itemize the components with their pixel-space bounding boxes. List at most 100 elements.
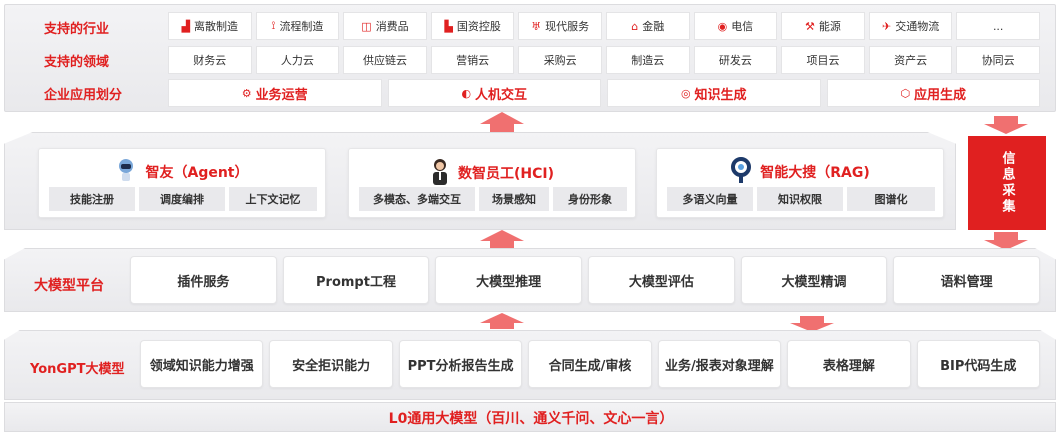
yongpt-item: 领域知识能力增强 [140,340,264,388]
platform-item: Prompt工程 [282,256,430,304]
domain-item: 财务云 [168,46,252,74]
industries-label: 支持的行业 [44,22,110,37]
search-icon [730,157,752,187]
agent-card: 智友（Agent） 技能注册 调度编排 上下文记忆 [38,148,326,218]
industry-item-label: ... [992,19,1004,33]
info-collection-box: 信息采集 [968,136,1046,230]
brain-icon: ◎ [680,86,691,100]
antenna-icon: ◉ [717,19,728,33]
building-icon: ▙ [444,19,453,33]
industry-item: ▟ 离散制造 [168,12,252,40]
industry-item: ⌂ 金融 [606,12,690,40]
domain-item-label: 采购云 [543,54,577,67]
domain-item: 营销云 [430,46,515,74]
domain-item: 采购云 [518,46,602,74]
industry-item: ◉ 电信 [693,12,778,40]
arrow-up-icon [480,230,524,248]
robot-icon [115,157,137,187]
domain-item-label: 财务云 [193,54,227,67]
platform-item-label: 大模型精调 [781,274,847,290]
domain-item-label: 资产云 [894,54,928,67]
yongpt-item: 业务/报表对象理解 [657,340,782,388]
agent-chip: 上下文记忆 [229,187,317,211]
base-model-label: L0通用大模型（百川、通义千问、文心一言） [388,411,674,427]
domain-item: 协同云 [956,46,1040,74]
gears-icon: ⚙ [241,86,252,100]
hci-title: 数智员工(HCI) [458,166,554,182]
industry-item-label: 现代服务 [545,20,590,33]
domain-item-label: 协同云 [981,54,1015,67]
hci-chip: 场景感知 [479,187,549,211]
yongpt-item: BIP代码生成 [916,340,1040,388]
domain-item-label: 人力云 [280,54,314,67]
domain-item-label: 营销云 [456,54,490,67]
industry-item: ✈ 交通物流 [868,12,953,40]
platform-label: 大模型平台 [34,278,104,294]
industry-item-label: 消费品 [375,20,409,33]
industry-item-label: 流程制造 [279,20,324,33]
domain-item-label: 研发云 [718,54,752,67]
app-item-label: 业务运营 [255,87,308,103]
platform-item-label: 大模型评估 [628,274,694,290]
yongpt-item-label: 合同生成/审核 [548,358,632,374]
platform-item: 大模型评估 [588,256,735,304]
domain-item: 研发云 [693,46,778,74]
oil-rig-icon: ⚒ [805,19,815,33]
arrow-down-icon [984,116,1028,134]
industry-item: ◫ 消费品 [343,12,427,40]
domain-item-label: 项目云 [806,54,840,67]
industry-item-label: 金融 [642,20,665,33]
yongpt-item-label: PPT分析报告生成 [407,358,514,374]
industry-item: ▙ 国资控股 [430,12,515,40]
rag-chip: 知识权限 [757,187,843,211]
industry-item: ⚒ 能源 [781,12,865,40]
yongpt-item-label: 领域知识能力增强 [149,358,254,374]
agent-chip: 调度编排 [139,187,225,211]
domain-item: 人力云 [255,46,340,74]
agent-title: 智友（Agent） [145,165,249,181]
rag-chip: 图谱化 [847,187,935,211]
industry-item-label: 离散制造 [194,20,239,33]
arrow-down-icon [984,232,1028,250]
domain-item: 项目云 [781,46,865,74]
platform-item-label: Prompt工程 [316,274,396,290]
platform-item: 语料管理 [893,256,1040,304]
industry-item-label: 交通物流 [895,20,940,33]
yongpt-item: 合同生成/审核 [528,340,652,388]
app-item-label: 知识生成 [694,87,747,103]
yongpt-item-label: 安全拒识能力 [292,358,371,374]
pipeline-icon: ⟟ [271,19,276,32]
arrow-up-icon [480,112,524,132]
plane-icon: ✈ [881,19,892,33]
rag-chip: 多语义向量 [667,187,753,211]
platform-item-label: 语料管理 [940,274,993,290]
person-icon [430,157,450,189]
app-item-label: 人机交互 [475,87,528,103]
yongpt-item-label: 业务/报表对象理解 [665,358,774,374]
app-item: ⬡ 应用生成 [826,79,1040,107]
domain-item: 制造云 [606,46,690,74]
domain-item-label: 供应链云 [362,54,407,67]
hci-card: 数智员工(HCI) 多模态、多端交互 场景感知 身份形象 [348,148,636,218]
domain-item: 供应链云 [343,46,427,74]
app-item: ◎ 知识生成 [607,79,821,107]
arrow-down-icon [790,316,834,332]
industry-item: ⟟ 流程制造 [255,12,340,40]
hci-chip: 多模态、多端交互 [359,187,475,211]
shopping-bag-icon: ◫ [361,19,372,33]
industry-item-label: 国资控股 [456,20,501,33]
factory-icon: ▟ [181,19,191,33]
industry-item-label: 能源 [818,20,841,33]
domains-label: 支持的领域 [44,55,110,70]
platform-item: 大模型推理 [435,256,582,304]
app-item-label: 应用生成 [914,87,967,103]
app-item: ⚙ 业务运营 [168,79,382,107]
yongpt-label: YonGPT大模型 [30,362,125,377]
yongpt-item: 安全拒识能力 [269,340,393,388]
platform-item: 大模型精调 [740,256,888,304]
industry-item: ♅ 现代服务 [518,12,602,40]
yongpt-item-label: 表格理解 [822,358,875,374]
head-icon: ◐ [461,86,472,100]
service-icon: ♅ [531,19,542,33]
industry-item: ... [956,12,1040,40]
